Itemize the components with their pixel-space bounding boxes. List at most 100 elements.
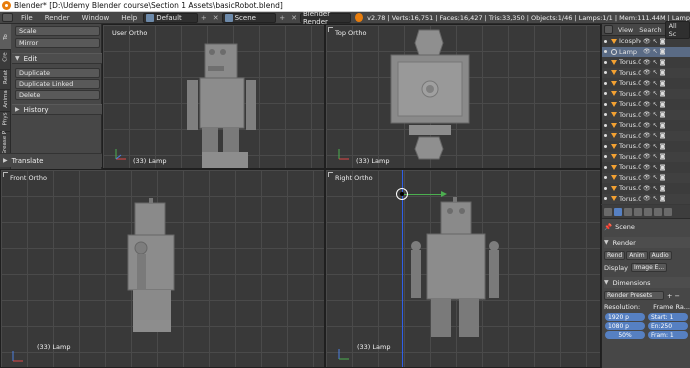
remove-scene-button[interactable]: ✕ [291,14,297,22]
frame-end-field[interactable]: En:250 [648,322,688,330]
outliner-item[interactable]: Torus.0 👁 ↖ ◙ [602,120,690,131]
mirror-button[interactable]: Mirror [15,38,100,48]
visibility-eye-icon[interactable]: 👁 [643,153,651,160]
translate-panel-header[interactable]: ▶ Translate [0,153,102,167]
outliner-item[interactable]: Lamp 👁 ↖ ◙ [602,46,690,57]
object-tab-icon[interactable] [644,207,652,216]
visibility-eye-icon[interactable]: 👁 [643,101,651,108]
selectable-cursor-icon[interactable]: ↖ [653,164,658,171]
render-camera-icon[interactable]: ◙ [660,101,666,108]
selectable-cursor-icon[interactable]: ↖ [653,132,658,139]
outliner-item[interactable]: Torus.0 👁 ↖ ◙ [602,162,690,173]
delete-button[interactable]: Delete [15,90,100,100]
resolution-x-field[interactable]: 1920 p [605,313,645,321]
render-camera-icon[interactable]: ◙ [660,143,666,150]
render-camera-icon[interactable]: ◙ [660,153,666,160]
edit-panel-header[interactable]: ▼ Edit [12,53,102,64]
outliner-item[interactable]: Torus.0 👁 ↖ ◙ [602,99,690,110]
selectable-cursor-icon[interactable]: ↖ [653,59,658,66]
data-tab-icon[interactable] [664,207,672,216]
constraint-tab-icon[interactable] [654,207,662,216]
visibility-eye-icon[interactable]: 👁 [643,111,651,118]
render-camera-icon[interactable]: ◙ [660,48,666,55]
render-camera-icon[interactable]: ◙ [660,59,666,66]
editor-type-icon[interactable] [2,13,13,22]
selectable-cursor-icon[interactable]: ↖ [653,90,658,97]
visibility-eye-icon[interactable]: 👁 [643,38,651,45]
outliner-item[interactable]: Torus.0 👁 ↖ ◙ [602,109,690,120]
resolution-percentage-slider[interactable]: 50% [605,331,645,339]
outliner-view-menu[interactable]: View [615,26,636,34]
selectable-cursor-icon[interactable]: ↖ [653,153,658,160]
selectable-cursor-icon[interactable]: ↖ [653,174,658,181]
visibility-eye-icon[interactable]: 👁 [643,80,651,87]
selectable-cursor-icon[interactable]: ↖ [653,195,658,202]
menu-window[interactable]: Window [76,14,116,22]
display-dropdown[interactable]: Image E... [630,263,668,272]
render-engine-selector[interactable]: Blender Render [299,10,351,26]
outliner-item[interactable]: Torus.0 👁 ↖ ◙ [602,78,690,89]
selectable-cursor-icon[interactable]: ↖ [653,111,658,118]
render-image-button[interactable]: Rend [604,251,626,260]
render-camera-icon[interactable]: ◙ [660,174,666,181]
dimensions-panel-header[interactable]: ▼ Dimensions [604,277,690,288]
menu-file[interactable]: File [15,14,39,22]
outliner-item[interactable]: Torus.0 👁 ↖ ◙ [602,151,690,162]
visibility-eye-icon[interactable]: 👁 [643,90,651,97]
menu-help[interactable]: Help [115,14,143,22]
frame-start-field[interactable]: Start: 1 [648,313,688,321]
visibility-eye-icon[interactable]: 👁 [643,59,651,66]
resolution-y-field[interactable]: 1080 p [605,322,645,330]
visibility-eye-icon[interactable]: 👁 [643,195,651,202]
visibility-eye-icon[interactable]: 👁 [643,143,651,150]
render-camera-icon[interactable]: ◙ [660,90,666,97]
render-presets-dropdown[interactable]: Render Presets [604,291,664,300]
menu-render[interactable]: Render [39,14,76,22]
render-camera-icon[interactable]: ◙ [660,132,666,139]
scale-button[interactable]: Scale [15,26,100,36]
visibility-eye-icon[interactable]: 👁 [643,69,651,76]
visibility-eye-icon[interactable]: 👁 [643,132,651,139]
outliner-item[interactable]: Torus.0 👁 ↖ ◙ [602,193,690,204]
screen-layout-selector[interactable]: Default [143,12,198,23]
add-layout-button[interactable]: + [201,14,207,22]
visibility-eye-icon[interactable]: 👁 [643,185,651,192]
render-camera-icon[interactable]: ◙ [660,69,666,76]
outliner-item[interactable]: Torus.0 👁 ↖ ◙ [602,88,690,99]
add-scene-button[interactable]: + [279,14,285,22]
outliner-search-menu[interactable]: Search [636,26,664,34]
visibility-eye-icon[interactable]: 👁 [643,174,651,181]
render-camera-icon[interactable]: ◙ [660,111,666,118]
render-animation-button[interactable]: Anim [626,251,648,260]
add-preset-button[interactable]: + [667,292,672,300]
outliner-item[interactable]: Torus.0 👁 ↖ ◙ [602,172,690,183]
duplicate-button[interactable]: Duplicate [15,68,100,78]
outliner-item[interactable]: Torus.0 👁 ↖ ◙ [602,67,690,78]
selectable-cursor-icon[interactable]: ↖ [653,185,658,192]
scene-selector[interactable]: Scene [221,12,277,23]
selectable-cursor-icon[interactable]: ↖ [653,48,658,55]
viewport-user-ortho[interactable]: User Ortho (33) Lamp [102,24,325,169]
outliner-editor-icon[interactable] [604,25,613,34]
render-camera-icon[interactable]: ◙ [660,122,666,129]
render-camera-icon[interactable]: ◙ [660,80,666,87]
render-camera-icon[interactable]: ◙ [660,38,666,45]
render-camera-icon[interactable]: ◙ [660,195,666,202]
remove-preset-button[interactable]: − [674,292,679,300]
selectable-cursor-icon[interactable]: ↖ [653,101,658,108]
duplicate-linked-button[interactable]: Duplicate Linked [15,79,100,89]
selectable-cursor-icon[interactable]: ↖ [653,69,658,76]
remove-layout-button[interactable]: ✕ [213,14,219,22]
selectable-cursor-icon[interactable]: ↖ [653,80,658,87]
selectable-cursor-icon[interactable]: ↖ [653,143,658,150]
outliner-display-mode[interactable]: All Sc [664,20,690,39]
world-tab-icon[interactable] [634,207,642,216]
render-panel-header[interactable]: ▼ Render [604,237,690,248]
viewport-top-ortho[interactable]: Top Ortho (33) Lamp [325,24,601,169]
outliner-item[interactable]: Torus.0 👁 ↖ ◙ [602,141,690,152]
frame-step-field[interactable]: Fram: 1 [648,331,688,339]
render-tab-icon[interactable] [604,207,612,216]
selectable-cursor-icon[interactable]: ↖ [653,122,658,129]
render-audio-button[interactable]: Audio [648,251,672,260]
outliner-item[interactable]: Torus.0 👁 ↖ ◙ [602,57,690,68]
